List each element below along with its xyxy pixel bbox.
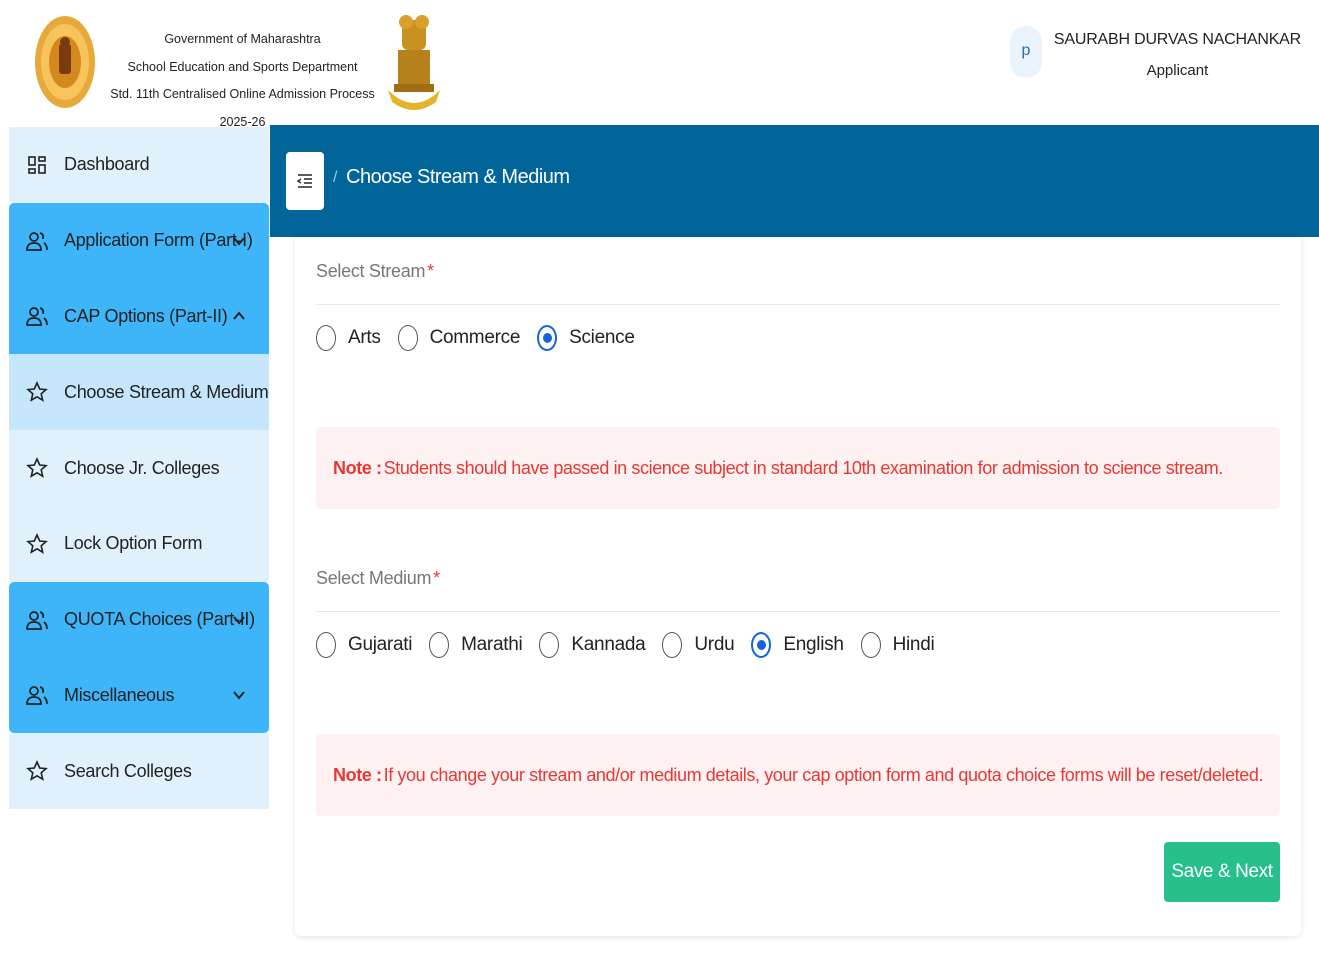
- user-role: Applicant: [1146, 62, 1209, 79]
- radio-circle[interactable]: [316, 325, 336, 351]
- dashboard-icon: [26, 154, 48, 176]
- radio-circle[interactable]: [429, 632, 450, 658]
- sidebar-item-miscellaneous[interactable]: Miscellaneous: [9, 657, 269, 734]
- radio-hindi[interactable]: Hindi: [860, 632, 935, 658]
- divider: [316, 611, 1280, 612]
- select-medium-label: Select Medium *: [316, 568, 440, 589]
- radio-circle-selected[interactable]: [751, 632, 772, 658]
- radio-english[interactable]: English: [751, 632, 844, 658]
- science-note: Note : Students should have passed in sci…: [316, 427, 1280, 509]
- star-icon: [26, 532, 48, 555]
- note-prefix: Note :: [333, 764, 382, 785]
- radio-circle[interactable]: [539, 632, 560, 658]
- radio-label: Gujarati: [348, 634, 413, 655]
- sidebar-item-label: CAP Options (Part-II): [64, 305, 228, 326]
- chevron-up-icon[interactable]: [231, 308, 247, 324]
- sidebar-item-label: Lock Option Form: [64, 533, 203, 554]
- sidebar-item-label: Choose Jr. Colleges: [64, 457, 220, 478]
- radio-label: Science: [569, 327, 635, 348]
- star-icon: [26, 381, 48, 403]
- radio-label: Kannada: [571, 634, 646, 655]
- note-text: If you change your stream and/or medium …: [383, 764, 1264, 785]
- radio-marathi[interactable]: Marathi: [429, 632, 523, 658]
- star-icon: [26, 760, 48, 782]
- users-icon: [26, 230, 48, 252]
- sidebar-item-label: Dashboard: [64, 154, 150, 175]
- radio-label: Arts: [348, 327, 381, 348]
- save-next-button[interactable]: Save & Next: [1164, 842, 1280, 902]
- required-mark: *: [427, 261, 434, 281]
- sidebar-item-application-form[interactable]: Application Form (Part-I): [9, 202, 269, 279]
- sidebar-item-label: Miscellaneous: [64, 684, 175, 705]
- star-icon: [26, 457, 48, 479]
- select-medium-label-text: Select Medium: [316, 568, 432, 588]
- users-icon: [26, 305, 48, 327]
- header-title-block: Government of Maharashtra School Educati…: [100, 26, 385, 136]
- state-emblem-icon: [388, 15, 440, 110]
- radio-kannada[interactable]: Kannada: [539, 632, 646, 658]
- radio-circle[interactable]: [860, 632, 881, 658]
- radio-circle[interactable]: [316, 632, 336, 658]
- sidebar: Dashboard Application Form (Part-I) CAP …: [9, 127, 269, 810]
- sidebar-item-quota-choices[interactable]: QUOTA Choices (Part-II): [9, 581, 269, 658]
- radio-arts[interactable]: Arts: [316, 325, 381, 351]
- sidebar-item-label: QUOTA Choices (Part-II): [64, 609, 255, 630]
- radio-urdu[interactable]: Urdu: [662, 632, 735, 658]
- radio-label: Commerce: [429, 327, 521, 348]
- sidebar-item-label: Choose Stream & Medium: [64, 381, 269, 402]
- sidebar-item-label: Application Form (Part-I): [64, 230, 253, 251]
- breadcrumb: Choose Stream & Medium: [346, 166, 570, 188]
- radio-label: Marathi: [461, 634, 523, 655]
- sidebar-item-lock-option-form[interactable]: Lock Option Form: [9, 505, 269, 582]
- note-text: Students should have passed in science s…: [383, 457, 1224, 478]
- radio-label: English: [783, 634, 844, 655]
- sidebar-item-label: Search Colleges: [64, 760, 192, 781]
- stream-radio-group: Arts Commerce Science: [316, 325, 652, 351]
- user-profile[interactable]: p SAURABH DURVAS NACHANKAR Applicant: [1009, 26, 1301, 96]
- radio-circle-selected[interactable]: [537, 325, 558, 351]
- radio-commerce[interactable]: Commerce: [397, 325, 521, 351]
- required-mark: *: [433, 568, 440, 588]
- site-header: Government of Maharashtra School Educati…: [0, 0, 1319, 129]
- sidebar-item-cap-options[interactable]: CAP Options (Part-II): [9, 278, 269, 355]
- maharashtra-seal-icon: [35, 16, 95, 108]
- divider: [316, 304, 1280, 305]
- page-topbar: / Choose Stream & Medium: [270, 125, 1319, 237]
- sidebar-item-choose-stream-medium[interactable]: Choose Stream & Medium: [9, 354, 269, 431]
- menu-collapse-icon: [296, 174, 312, 188]
- header-line-2: School Education and Sports Department: [127, 59, 358, 74]
- reset-warning-note: Note : If you change your stream and/or …: [316, 734, 1280, 816]
- chevron-down-icon[interactable]: [231, 687, 247, 703]
- users-icon: [26, 684, 48, 706]
- radio-science[interactable]: Science: [537, 325, 635, 351]
- radio-label: Hindi: [892, 634, 935, 655]
- breadcrumb-separator: /: [333, 169, 338, 186]
- medium-radio-group: Gujarati Marathi Kannada Urdu English Hi…: [316, 632, 951, 658]
- select-stream-label-text: Select Stream: [316, 261, 426, 281]
- radio-gujarati[interactable]: Gujarati: [316, 632, 412, 658]
- note-prefix: Note :: [333, 457, 382, 478]
- stream-medium-card: Select Stream * Arts Commerce Science Not…: [295, 237, 1301, 936]
- radio-label: Urdu: [694, 634, 735, 655]
- user-name: SAURABH DURVAS NACHANKAR: [1053, 31, 1301, 48]
- radio-circle[interactable]: [397, 325, 418, 351]
- users-icon: [26, 609, 48, 631]
- radio-circle[interactable]: [662, 632, 683, 658]
- sidebar-item-choose-jr-colleges[interactable]: Choose Jr. Colleges: [9, 430, 269, 506]
- avatar[interactable]: p: [1009, 26, 1042, 78]
- chevron-down-icon[interactable]: [231, 612, 247, 628]
- menu-toggle-button[interactable]: [286, 152, 324, 210]
- select-stream-label: Select Stream *: [316, 261, 434, 282]
- header-line-1: Government of Maharashtra: [164, 32, 321, 46]
- chevron-down-icon[interactable]: [231, 233, 247, 249]
- sidebar-item-dashboard[interactable]: Dashboard: [9, 127, 269, 203]
- sidebar-item-search-colleges[interactable]: Search Colleges: [9, 733, 269, 810]
